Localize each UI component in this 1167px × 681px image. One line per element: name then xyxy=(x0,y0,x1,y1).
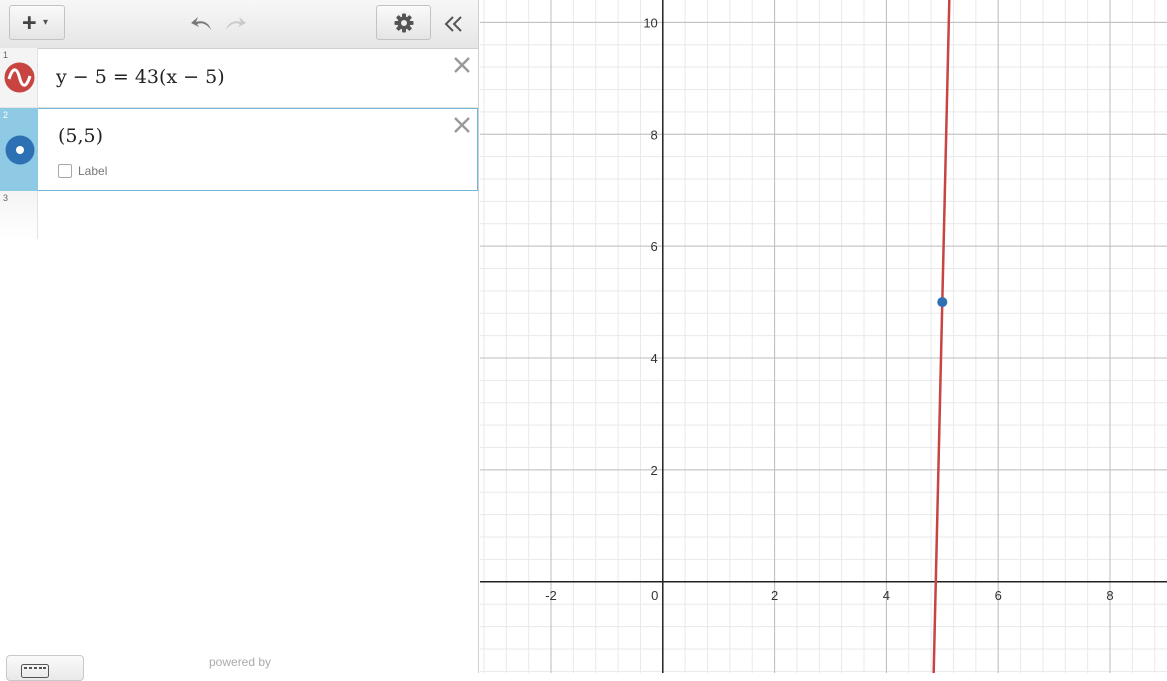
expression-index: 2 xyxy=(3,110,9,120)
graph-line xyxy=(932,0,951,673)
caret-down-icon: ▾ xyxy=(43,17,49,28)
plus-icon: + xyxy=(22,9,37,37)
graph-svg[interactable]: -2 0 2 4 6 8 2 4 6 8 10 xyxy=(480,0,1167,673)
expression-panel: + ▾ 1 y − 5 = 43(x − 5) 2 (5,5) Label 3 … xyxy=(0,0,479,681)
x-tick-label: 2 xyxy=(771,588,778,603)
y-tick-label: 8 xyxy=(651,127,658,142)
label-checkbox-label: Label xyxy=(78,164,108,178)
x-tick-label: 6 xyxy=(995,588,1002,603)
y-tick-label: 4 xyxy=(651,351,658,366)
y-tick-label: 10 xyxy=(643,15,657,30)
label-checkbox[interactable] xyxy=(58,164,72,178)
y-tick-label: 2 xyxy=(651,463,658,478)
x-tick-label: 4 xyxy=(883,588,890,603)
expression-row-1[interactable]: 1 y − 5 = 43(x − 5) xyxy=(0,48,478,108)
redo-icon[interactable] xyxy=(222,12,248,36)
x-tick-label: 0 xyxy=(651,588,658,603)
collapse-panel-icon[interactable] xyxy=(443,13,465,35)
expression-index: 3 xyxy=(3,193,9,203)
expression-gutter: 3 xyxy=(0,191,38,239)
undo-icon[interactable] xyxy=(189,12,215,36)
keyboard-button[interactable] xyxy=(6,655,84,681)
expression-row-3[interactable]: 3 xyxy=(0,191,478,239)
expression-math[interactable]: (5,5) xyxy=(58,125,103,147)
powered-by-text: powered by xyxy=(209,655,272,669)
expression-index: 1 xyxy=(3,50,9,60)
add-expression-button[interactable]: + ▾ xyxy=(9,5,65,40)
toolbar: + ▾ xyxy=(0,0,478,49)
expression-gutter: 2 xyxy=(0,108,38,191)
delete-expression-icon[interactable] xyxy=(452,115,472,135)
expression-row-2[interactable]: 2 (5,5) Label xyxy=(0,108,478,191)
expression-gutter: 1 xyxy=(0,48,38,107)
graph-canvas[interactable]: -2 0 2 4 6 8 2 4 6 8 10 xyxy=(480,0,1167,673)
x-tick-label: 8 xyxy=(1106,588,1113,603)
expression-math[interactable]: y − 5 = 43(x − 5) xyxy=(56,66,225,88)
x-tick-label: -2 xyxy=(545,588,557,603)
point-style-icon[interactable] xyxy=(5,135,35,165)
keyboard-icon xyxy=(21,664,49,678)
gear-icon xyxy=(394,13,414,33)
graph-point xyxy=(937,297,948,308)
delete-expression-icon[interactable] xyxy=(452,55,472,75)
line-style-icon[interactable] xyxy=(4,62,35,93)
y-tick-label: 6 xyxy=(651,239,658,254)
settings-button[interactable] xyxy=(376,5,431,40)
